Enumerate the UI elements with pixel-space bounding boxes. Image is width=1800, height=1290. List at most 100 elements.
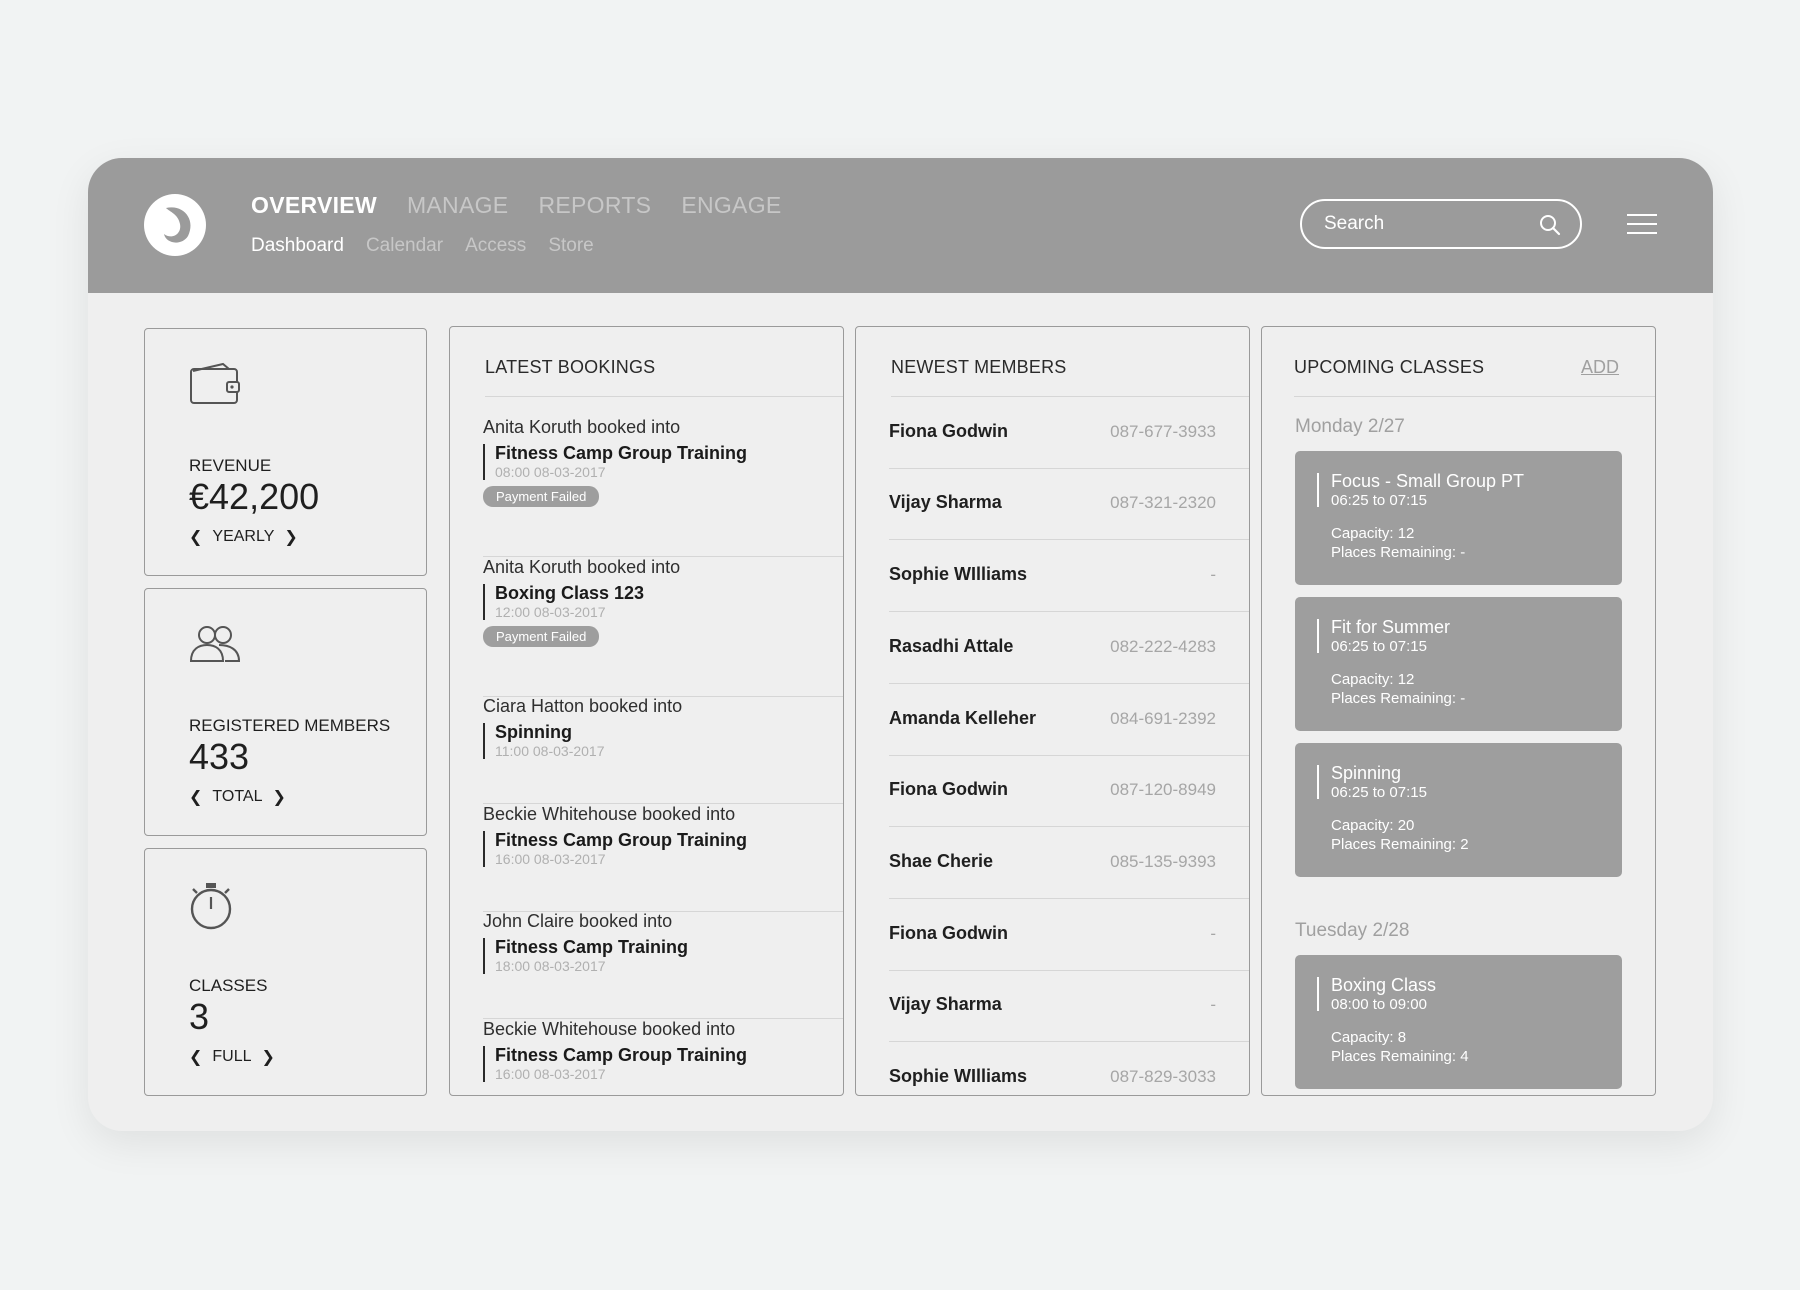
member-row[interactable]: Shae Cherie 085-135-9393 [889,827,1249,899]
class-places-remaining: Places Remaining: 4 [1331,1048,1469,1065]
class-time: 06:25 to 07:15 [1331,784,1427,801]
add-class-link[interactable]: ADD [1581,357,1619,378]
member-name: Fiona Godwin [889,923,1008,943]
booking-class: Fitness Camp Group Training [495,443,748,463]
booking-marker [483,938,485,974]
members-value: 433 [189,736,250,777]
class-name: Fit for Summer [1331,617,1451,637]
booking-member: Ciara Hatton booked into [483,696,683,716]
booking-item[interactable]: Ciara Hatton booked into Spinning 11:00 … [483,696,843,804]
member-row[interactable]: Fiona Godwin 087-677-3933 [889,397,1249,469]
member-name: Vijay Sharma [889,492,1002,512]
booking-time: 18:00 08-03-2017 [495,958,606,974]
revenue-period-selector: ❮ YEARLY ❯ [189,527,298,547]
day-label: Monday 2/27 [1295,416,1405,437]
member-phone: 085-135-9393 [1110,852,1216,871]
stopwatch-icon [189,881,241,936]
member-row[interactable]: Amanda Kelleher 084-691-2392 [889,684,1249,756]
nav-manage[interactable]: MANAGE [407,192,508,219]
booking-item[interactable]: Beckie Whitehouse booked into Fitness Ca… [483,1019,843,1095]
subnav-access[interactable]: Access [465,235,526,257]
member-name: Vijay Sharma [889,994,1002,1014]
chevron-right-icon[interactable]: ❯ [262,1047,275,1067]
member-name: Fiona Godwin [889,779,1008,799]
booking-time: 16:00 08-03-2017 [495,1066,606,1082]
members-card: REGISTERED MEMBERS 433 ❮ TOTAL ❯ [144,588,427,836]
logo[interactable] [144,194,206,256]
booking-class: Boxing Class 123 [495,583,645,603]
members-period-selector: ❮ TOTAL ❯ [189,787,286,807]
class-time: 08:00 to 09:00 [1331,996,1427,1013]
booking-member: Anita Koruth booked into [483,417,681,437]
class-capacity: Capacity: 12 [1331,671,1415,688]
booking-item[interactable]: Beckie Whitehouse booked into Fitness Ca… [483,804,843,912]
revenue-label: REVENUE [189,456,272,475]
class-capacity: Capacity: 20 [1331,817,1415,834]
subnav-calendar[interactable]: Calendar [366,235,443,257]
search-box [1300,199,1582,249]
class-marker [1317,765,1319,799]
classes-value: 3 [189,996,210,1037]
booking-class: Fitness Camp Group Training [495,830,748,850]
revenue-value: €42,200 [189,476,320,517]
booking-item[interactable]: John Claire booked into Fitness Camp Tra… [483,911,843,1019]
booking-member: Anita Koruth booked into [483,557,681,577]
payment-status-badge: Payment Failed [483,626,600,647]
subnav-store[interactable]: Store [548,235,593,257]
chevron-left-icon[interactable]: ❮ [189,787,202,807]
class-card[interactable]: Focus - Small Group PT 06:25 to 07:15 Ca… [1295,451,1622,585]
booking-member: John Claire booked into [483,911,673,931]
class-capacity: Capacity: 8 [1331,1029,1407,1046]
member-phone: 087-677-3933 [1110,422,1216,441]
nav-reports[interactable]: REPORTS [538,192,651,219]
chevron-left-icon[interactable]: ❮ [189,527,202,547]
hamburger-menu-icon[interactable] [1627,214,1657,236]
class-time: 06:25 to 07:15 [1331,638,1427,655]
class-card[interactable]: Fit for Summer 06:25 to 07:15 Capacity: … [1295,597,1622,731]
users-icon [189,621,241,672]
member-row[interactable]: Fiona Godwin 087-120-8949 [889,755,1249,827]
booking-marker [483,1046,485,1082]
top-navigation-bar: OVERVIEW MANAGE REPORTS ENGAGE Dashboard… [88,158,1713,293]
member-name: Fiona Godwin [889,421,1008,441]
member-name: Sophie WIlliams [889,1066,1028,1086]
booking-member: Beckie Whitehouse booked into [483,804,736,824]
class-card[interactable]: Spinning 06:25 to 07:15 Capacity: 20 Pla… [1295,743,1622,877]
member-name: Amanda Kelleher [889,708,1037,728]
class-name: Focus - Small Group PT [1331,471,1525,491]
chevron-left-icon[interactable]: ❮ [189,1047,202,1067]
member-row[interactable]: Vijay Sharma 087-321-2320 [889,468,1249,540]
newest-members-title: NEWEST MEMBERS [891,357,1067,377]
search-icon[interactable] [1538,213,1562,242]
classes-card: CLASSES 3 ❮ FULL ❯ [144,848,427,1096]
search-input[interactable] [1324,212,1524,236]
member-name: Sophie WIlliams [889,564,1028,584]
member-row[interactable]: Rasadhi Attale 082-222-4283 [889,612,1249,684]
member-phone: 082-222-4283 [1110,637,1216,656]
nav-engage[interactable]: ENGAGE [681,192,781,219]
class-places-remaining: Places Remaining: - [1331,544,1466,561]
booking-item[interactable]: Anita Koruth booked into Fitness Camp Gr… [483,417,843,557]
wallet-icon [189,361,241,412]
booking-marker [483,831,485,867]
day-label: Tuesday 2/28 [1295,920,1410,941]
class-time: 06:25 to 07:15 [1331,492,1427,509]
member-row[interactable]: Vijay Sharma - [889,970,1249,1042]
nav-overview[interactable]: OVERVIEW [251,192,377,219]
booking-item[interactable]: Anita Koruth booked into Boxing Class 12… [483,557,843,697]
chevron-right-icon[interactable]: ❯ [284,527,297,547]
member-phone: 087-829-3033 [1110,1067,1216,1086]
class-card[interactable]: Boxing Class 08:00 to 09:00 Capacity: 8 … [1295,955,1622,1089]
chevron-right-icon[interactable]: ❯ [273,787,286,807]
subnav-dashboard[interactable]: Dashboard [251,235,344,257]
booking-time: 16:00 08-03-2017 [495,851,606,867]
class-marker [1317,977,1319,1011]
classes-period-label: FULL [212,1048,252,1065]
revenue-period-label: YEARLY [212,528,275,545]
member-row[interactable]: Sophie WIlliams 087-829-3033 [889,1042,1216,1095]
member-phone: - [1210,995,1216,1014]
member-row[interactable]: Fiona Godwin - [889,899,1249,971]
member-row[interactable]: Sophie WIlliams - [889,540,1249,612]
booking-class: Fitness Camp Group Training [495,1045,748,1065]
newest-members-panel: NEWEST MEMBERS Fiona Godwin 087-677-3933… [855,326,1250,1096]
